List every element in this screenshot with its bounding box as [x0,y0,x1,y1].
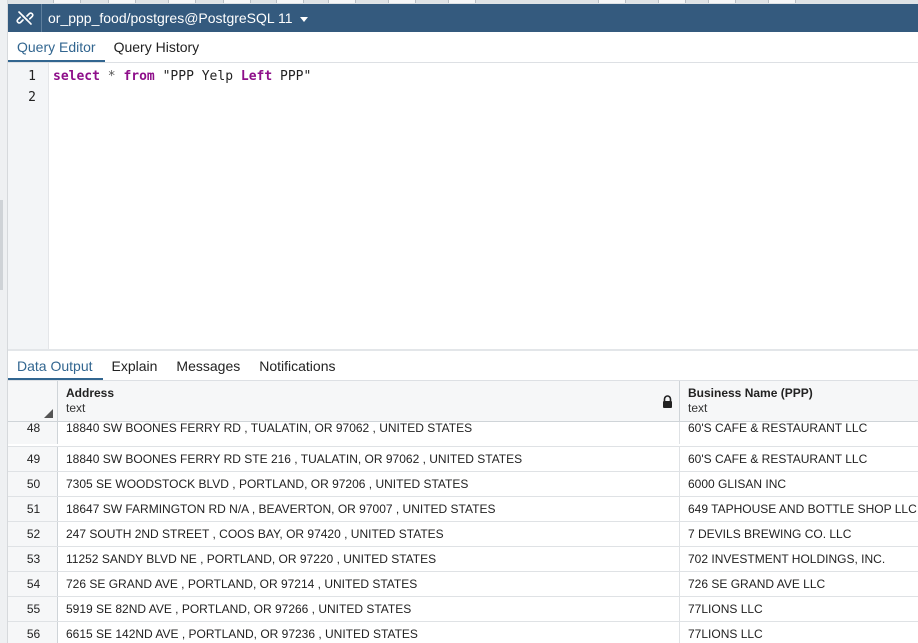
table-row[interactable]: 52 247 SOUTH 2ND STREET , COOS BAY, OR 97… [8,522,918,547]
cell-address[interactable]: 5919 SE 82ND AVE , PORTLAND, OR 97266 , … [58,597,680,621]
cell-address[interactable]: 247 SOUTH 2ND STREET , COOS BAY, OR 9742… [58,522,680,546]
cell-address[interactable]: 18840 SW BOONES FERRY RD , TUALATIN, OR … [58,422,680,444]
left-panel-edge [0,0,8,643]
row-number[interactable]: 51 [8,497,58,521]
chevron-down-icon [299,16,308,22]
cell-address[interactable]: 7305 SE WOODSTOCK BLVD , PORTLAND, OR 97… [58,472,680,496]
table-row[interactable]: 54 726 SE GRAND AVE , PORTLAND, OR 97214 … [8,572,918,597]
tab-messages[interactable]: Messages [167,359,250,380]
row-number[interactable]: 53 [8,547,58,571]
data-output-grid: Address text Business Name (PPP) text 48… [8,381,918,643]
cell-business-name[interactable]: 7 DEVILS BREWING CO. LLC [680,522,918,546]
cell-business-name[interactable]: 649 TAPHOUSE AND BOTTLE SHOP LLC [680,497,918,521]
identifier-part: PPP" [272,69,312,84]
lock-icon [662,395,673,413]
cell-business-name[interactable]: 60'S CAFE & RESTAURANT LLC [680,422,918,444]
column-header-address[interactable]: Address text [58,381,680,422]
table-row[interactable]: 53 11252 SANDY BLVD NE , PORTLAND, OR 972… [8,547,918,572]
grid-rows: 48 18840 SW BOONES FERRY RD , TUALATIN, O… [8,422,918,643]
column-name: Address [66,386,115,400]
row-number[interactable]: 50 [8,472,58,496]
line-number: 1 [28,69,36,84]
editor-tab-bar: Query Editor Query History [8,32,918,63]
connection-status-icon[interactable] [8,4,42,32]
row-number[interactable]: 49 [8,447,58,471]
row-number[interactable]: 48 [8,422,58,444]
column-header-business-name[interactable]: Business Name (PPP) text [680,381,918,422]
tab-query-editor[interactable]: Query Editor [8,40,105,62]
line-number-gutter: 1 2 [8,63,49,350]
tab-data-output[interactable]: Data Output [8,359,103,380]
cell-address[interactable]: 726 SE GRAND AVE , PORTLAND, OR 97214 , … [58,572,680,596]
line-number: 2 [28,90,36,105]
tab-notifications[interactable]: Notifications [250,359,345,380]
cell-business-name[interactable]: 6000 GLISAN INC [680,472,918,496]
code-line[interactable]: select * from "PPP Yelp Left PPP" [53,69,311,84]
table-row[interactable]: 50 7305 SE WOODSTOCK BLVD , PORTLAND, OR … [8,472,918,497]
select-all-corner[interactable] [8,381,58,422]
corner-triangle-icon [44,409,53,418]
tab-explain[interactable]: Explain [103,359,168,380]
connection-selector[interactable]: or_ppp_food/postgres@PostgreSQL 11 [42,10,308,26]
cell-business-name[interactable]: 77LIONS LLC [680,597,918,621]
tab-query-history[interactable]: Query History [105,40,209,62]
cell-business-name[interactable]: 60'S CAFE & RESTAURANT LLC [680,447,918,471]
table-row[interactable]: 49 18840 SW BOONES FERRY RD STE 216 , TUA… [8,447,918,472]
keyword-left: Left [240,69,273,84]
keyword-from: from [123,69,155,84]
cell-address[interactable]: 11252 SANDY BLVD NE , PORTLAND, OR 97220… [58,547,680,571]
table-row[interactable]: 56 6615 SE 142ND AVE , PORTLAND, OR 97236… [8,622,918,643]
identifier-part: "PPP Yelp [162,69,241,84]
row-number[interactable]: 54 [8,572,58,596]
cell-business-name[interactable]: 726 SE GRAND AVE LLC [680,572,918,596]
connection-name: or_ppp_food/postgres@PostgreSQL 11 [48,10,293,26]
column-type: text [688,401,708,415]
cell-address[interactable]: 6615 SE 142ND AVE , PORTLAND, OR 97236 ,… [58,622,680,643]
cell-address[interactable]: 18647 SW FARMINGTON RD N/A , BEAVERTON, … [58,497,680,521]
sql-editor[interactable]: 1 2 select * from "PPP Yelp Left PPP" [8,63,918,350]
cell-business-name[interactable]: 702 INVESTMENT HOLDINGS, INC. [680,547,918,571]
keyword-select: select [53,69,100,84]
column-name: Business Name (PPP) [688,386,813,400]
cell-business-name[interactable]: 77LIONS LLC [680,622,918,643]
row-number[interactable]: 56 [8,622,58,643]
table-row[interactable]: 51 18647 SW FARMINGTON RD N/A , BEAVERTON… [8,497,918,522]
results-tab-bar: Data Output Explain Messages Notificatio… [8,351,918,381]
row-number[interactable]: 52 [8,522,58,546]
connection-bar: or_ppp_food/postgres@PostgreSQL 11 [8,4,918,32]
row-number[interactable]: 55 [8,597,58,621]
table-row[interactable]: 55 5919 SE 82ND AVE , PORTLAND, OR 97266 … [8,597,918,622]
table-row[interactable]: 48 18840 SW BOONES FERRY RD , TUALATIN, O… [8,422,918,447]
query-tool-window: or_ppp_food/postgres@PostgreSQL 11 Query… [0,0,918,643]
operator-star: * [107,69,116,84]
cell-address[interactable]: 18840 SW BOONES FERRY RD STE 216 , TUALA… [58,447,680,471]
column-type: text [66,401,86,415]
grid-header: Address text Business Name (PPP) text [8,381,918,422]
